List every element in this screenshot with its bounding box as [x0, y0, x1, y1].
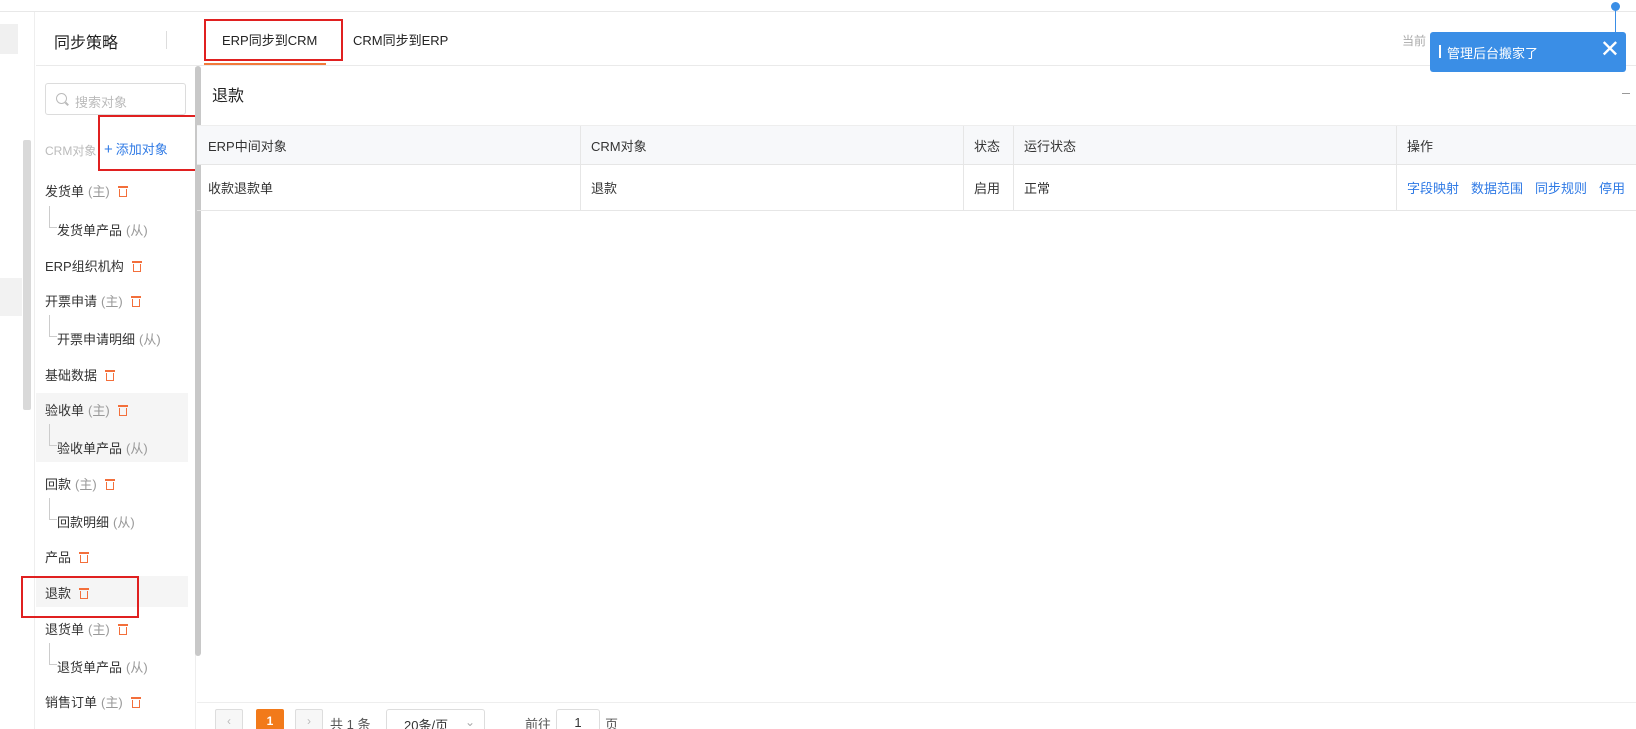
tree-item-basic-data[interactable]: 基础数据 [45, 365, 116, 384]
search-input[interactable]: 搜索对象 [45, 83, 186, 115]
toast-pin-dot [1611, 2, 1620, 11]
left-rail [0, 12, 35, 729]
current-label: 当前 [1402, 34, 1427, 48]
trash-icon[interactable] [117, 186, 128, 197]
header-divider [166, 31, 167, 49]
total-count: 共 1 条 [330, 717, 371, 729]
tree-item-payment[interactable]: 回款 (主) [45, 474, 115, 493]
next-page-button[interactable]: › [295, 709, 323, 729]
trash-icon[interactable] [130, 697, 141, 708]
rail-scrollbar[interactable] [23, 140, 31, 410]
goto-label: 前往 [525, 717, 552, 729]
cell-crm-object: 退款 [591, 181, 618, 196]
cell-erp-object: 收款退款单 [208, 181, 274, 196]
pagination-divider [197, 702, 1636, 703]
highlight-box-add [98, 115, 197, 171]
tree-item-product[interactable]: 产品 [45, 547, 90, 566]
search-icon [56, 93, 67, 104]
trash-icon[interactable] [130, 296, 141, 307]
rail-item-active[interactable] [0, 278, 22, 316]
tree-item-erp-org[interactable]: ERP组织机构 [45, 256, 142, 275]
trash-icon[interactable] [104, 479, 115, 490]
highlight-box-refund [21, 576, 139, 618]
rail-item[interactable] [0, 24, 18, 54]
trash-icon[interactable] [117, 405, 128, 416]
trash-icon[interactable] [105, 370, 116, 381]
collapse-icon[interactable] [1622, 93, 1630, 94]
tree-item-acceptance-product[interactable]: 验收单产品 (从) [45, 424, 148, 457]
tree-item-return-product[interactable]: 退货单产品 (从) [45, 643, 148, 676]
toast-message: 管理后台搬家了 [1447, 46, 1539, 61]
column-header: CRM对象 [591, 138, 647, 154]
highlight-box-tab [204, 19, 343, 61]
search-placeholder: 搜索对象 [75, 95, 128, 110]
tree-item-sales-order[interactable]: 销售订单 (主) [45, 692, 141, 711]
page-size-select[interactable]: 20条/页 ⌄ [386, 709, 485, 729]
field-mapping-link[interactable]: 字段映射 [1407, 178, 1459, 197]
tree-item-acceptance[interactable]: 验收单 (主) [45, 400, 128, 419]
detail-title: 退款 [212, 88, 245, 105]
sync-rules-link[interactable]: 同步规则 [1535, 178, 1587, 197]
page-title: 同步策略 [54, 35, 119, 52]
crm-object-label: CRM对象 [45, 144, 97, 158]
column-header: 运行状态 [1024, 138, 1077, 154]
tree-item-return-order[interactable]: 退货单 (主) [45, 619, 128, 638]
data-range-link[interactable]: 数据范围 [1471, 178, 1523, 197]
active-tab-indicator [204, 63, 326, 65]
column-header: 操作 [1407, 138, 1434, 154]
toast-bar [1439, 45, 1441, 58]
prev-page-button[interactable]: ‹ [215, 709, 243, 729]
close-icon[interactable]: ✕ [1600, 36, 1620, 64]
goto-page-input[interactable] [556, 709, 600, 729]
trash-icon[interactable] [117, 624, 128, 635]
cell-status: 启用 [974, 181, 1001, 196]
tree-item-invoice-request[interactable]: 开票申请 (主) [45, 291, 141, 310]
column-header: 状态 [974, 138, 1001, 154]
trash-icon[interactable] [131, 261, 142, 272]
tab-crm-to-erp[interactable]: CRM同步到ERP [353, 30, 448, 49]
cell-actions: 字段映射 数据范围 同步规则 停用 [1396, 165, 1636, 210]
table-header: ERP中间对象 CRM对象 状态 运行状态 操作 [197, 125, 1636, 165]
strategy-header: 同步策略 ERP同步到CRM CRM同步到ERP 当前 [36, 12, 1636, 66]
tree-item-shipping-product[interactable]: 发货单产品 (从) [45, 206, 148, 239]
tree-item-invoice-detail[interactable]: 开票申请明细 (从) [45, 315, 161, 348]
page-suffix-label: 页 [605, 717, 619, 729]
trash-icon[interactable] [79, 552, 90, 563]
column-header: ERP中间对象 [208, 138, 287, 154]
page-1-button[interactable]: 1 [256, 709, 284, 729]
tree-item-payment-detail[interactable]: 回款明细 (从) [45, 498, 135, 531]
table-row: 收款退款单 退款 启用 正常 字段映射 数据范围 同步规则 停用 [197, 165, 1636, 211]
notification-toast: 管理后台搬家了 ✕ [1430, 32, 1626, 72]
cell-run-status: 正常 [1024, 181, 1051, 196]
chevron-down-icon: ⌄ [464, 715, 475, 729]
tree-item-shipping-order[interactable]: 发货单 (主) [45, 181, 128, 200]
disable-link[interactable]: 停用 [1599, 178, 1625, 197]
